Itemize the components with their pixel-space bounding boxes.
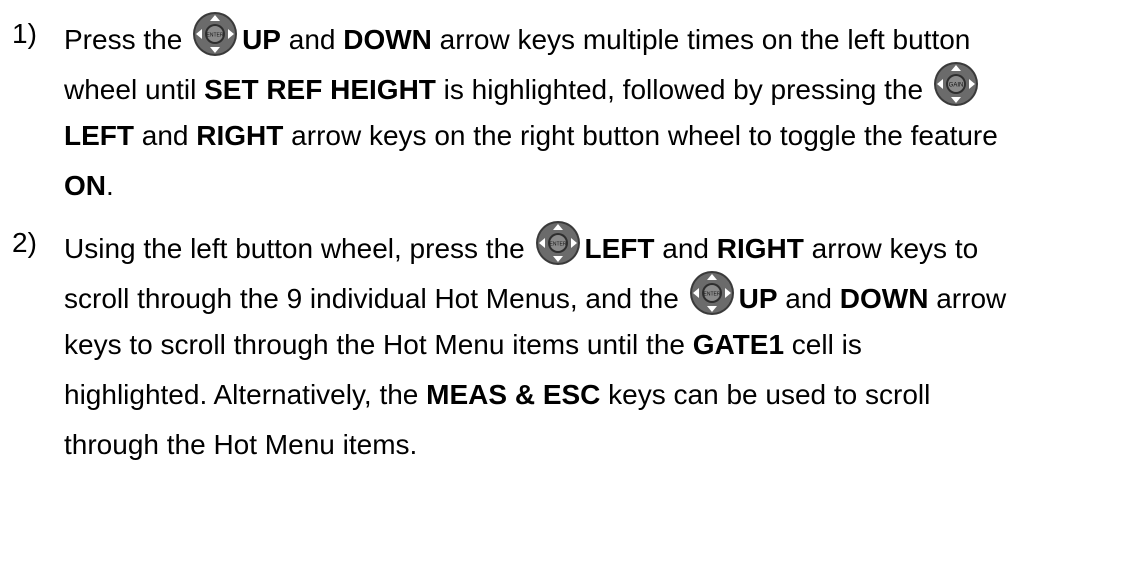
step-2: 2) Using the left button wheel, press th… (0, 220, 1124, 470)
step-1-line-3: LEFT and RIGHT arrow keys on the right b… (64, 120, 998, 151)
step-1-line-1: Press the ENTER UP and DOWN arrow keys mu… (64, 11, 1124, 61)
button-wheel-enter-icon: ENTER (689, 270, 735, 316)
svg-text:ENTER: ENTER (703, 292, 720, 298)
step-1-line-2: wheel until SET REF HEIGHT is highlighte… (64, 61, 1124, 111)
button-wheel-enter-icon: ENTER (535, 220, 581, 266)
step-2-line-2: scroll through the 9 individual Hot Menu… (64, 270, 1124, 320)
button-wheel-gain-icon: GAIN (933, 61, 979, 107)
instruction-document: 1) Press the ENTER UP and DOWN arrow keys… (0, 0, 1145, 569)
step-1: 1) Press the ENTER UP and DOWN arrow keys… (0, 0, 1124, 211)
step-1-line-4: ON. (64, 170, 114, 201)
step-number: 2) (12, 227, 37, 258)
step-2-line-5: through the Hot Menu items. (64, 429, 418, 460)
svg-text:GAIN: GAIN (949, 83, 964, 89)
button-wheel-enter-icon: ENTER (192, 11, 238, 57)
svg-text:ENTER: ENTER (549, 242, 566, 248)
step-2-line-3: keys to scroll through the Hot Menu item… (64, 329, 862, 360)
svg-text:ENTER: ENTER (207, 33, 224, 39)
steps-list: 1) Press the ENTER UP and DOWN arrow keys… (0, 0, 1145, 470)
step-2-line-4: highlighted. Alternatively, the MEAS & E… (64, 379, 931, 410)
step-number: 1) (12, 18, 37, 49)
step-2-line-1: Using the left button wheel, press the E… (64, 220, 1124, 270)
